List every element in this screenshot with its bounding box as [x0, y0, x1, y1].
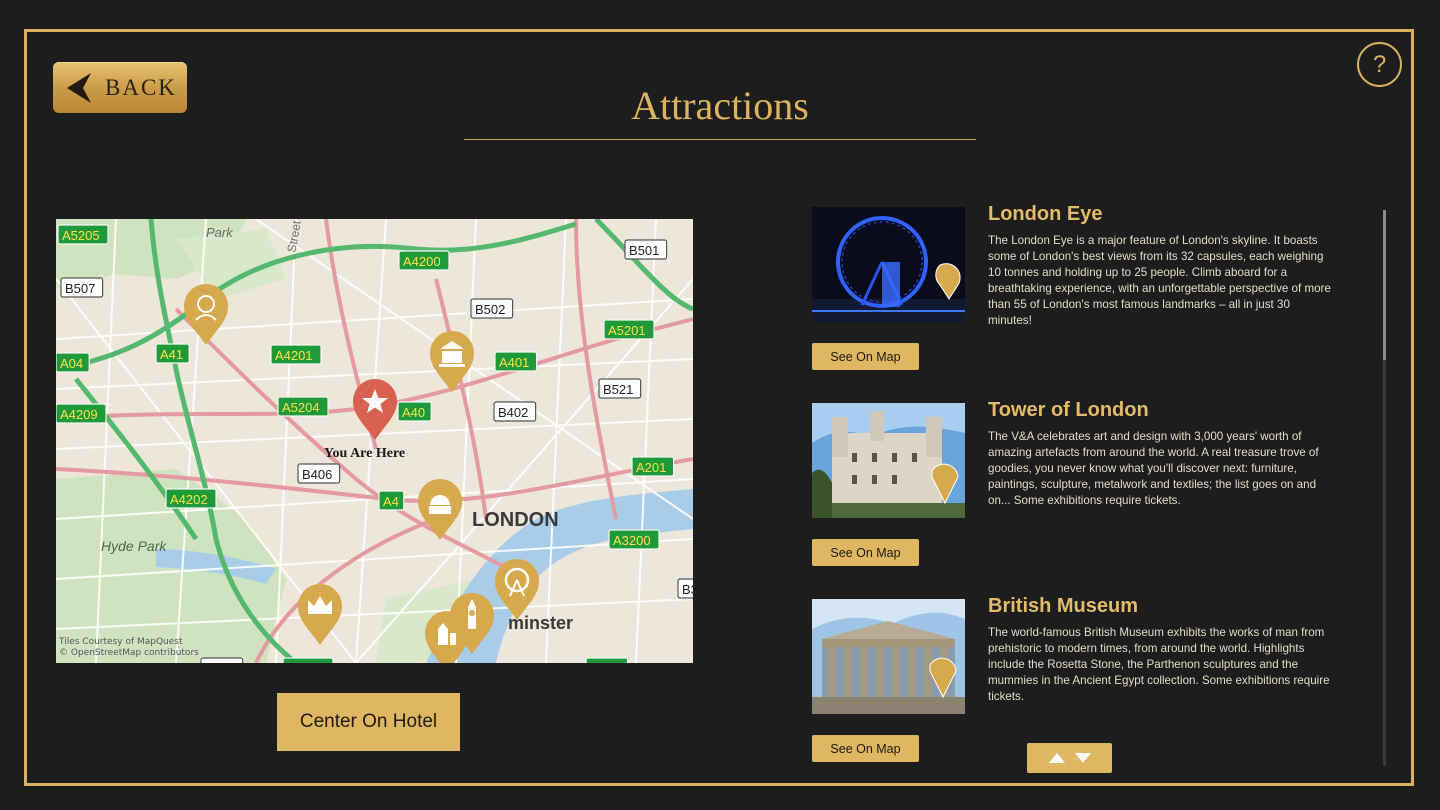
road-sign-label: B501: [629, 243, 659, 258]
road-sign-label: A5204: [282, 400, 320, 415]
center-on-hotel-button[interactable]: Center On Hotel: [277, 693, 460, 751]
road-sign-label: A3200: [613, 533, 651, 548]
road-sign-label: B310: [205, 661, 235, 663]
road-sign-label: A4209: [60, 407, 98, 422]
road-sign-label: A4200: [403, 254, 441, 269]
road-sign-label: B521: [603, 382, 633, 397]
list-item: Tower of London The V&A celebrates art a…: [812, 399, 1372, 581]
list-scrollbar[interactable]: [1383, 210, 1386, 766]
help-button[interactable]: ?: [1357, 42, 1402, 87]
svg-text:Park: Park: [206, 225, 234, 240]
road-sign-label: A4: [383, 494, 399, 509]
road-sign-label: A41: [160, 347, 183, 362]
map-attribution: Tiles Courtesy of MapQuest © OpenStreetM…: [59, 637, 199, 658]
road-sign-label: A5201: [608, 323, 646, 338]
map-pin-statue-icon[interactable]: [182, 284, 230, 346]
road-sign-label: A4201: [275, 348, 313, 363]
map-pin-palace-crown-icon[interactable]: [296, 584, 344, 646]
title-divider: [464, 139, 976, 140]
map-pin-big-ben-icon[interactable]: [448, 593, 496, 655]
attractions-map[interactable]: A5205 A4200 B501 B507 B502 A5201 A41 A4201 A401 B…: [56, 219, 693, 663]
road-sign-label: B406: [302, 467, 332, 482]
attraction-name: London Eye: [988, 203, 1103, 225]
map-pin-hotel-star-icon[interactable]: [351, 379, 399, 441]
attraction-description: The world-famous British Museum exhibits…: [988, 626, 1330, 703]
tower-of-london-photo: [812, 403, 965, 518]
road-sign-label: A40: [402, 405, 425, 420]
british-museum-photo: [812, 599, 965, 714]
road-sign-label: B502: [475, 302, 505, 317]
attraction-description: The V&A celebrates art and design with 3…: [988, 430, 1319, 507]
scrollbar-thumb[interactable]: [1383, 210, 1386, 360]
attraction-description: The London Eye is a major feature of Lon…: [988, 234, 1331, 327]
back-arrow-icon: [67, 72, 91, 103]
road-sign-label: A401: [499, 355, 529, 370]
page-title: Attractions: [631, 83, 809, 128]
list-item: London Eye The London Eye is a major fea…: [812, 203, 1372, 385]
road-sign-label: A302: [590, 661, 620, 663]
scroll-down-icon[interactable]: [1074, 753, 1091, 763]
attraction-name: British Museum: [988, 595, 1139, 617]
london-eye-photo: [812, 207, 965, 322]
back-label: BACK: [105, 74, 177, 100]
road-sign-label: A5205: [62, 228, 100, 243]
road-sign-label: A4202: [170, 492, 208, 507]
back-button[interactable]: BACK: [53, 62, 187, 113]
see-on-map-button[interactable]: See On Map: [812, 735, 919, 762]
map-tiles: A5205 A4200 B501 B507 B502 A5201 A41 A4201 A401 B…: [56, 219, 693, 663]
attraction-name: Tower of London: [988, 399, 1149, 421]
scroll-up-icon[interactable]: [1048, 753, 1065, 763]
road-sign-label: B3: [682, 582, 693, 597]
list-pager: [1027, 743, 1112, 773]
road-sign-label: A3214: [287, 661, 325, 663]
you-are-here-label: You Are Here: [324, 446, 406, 461]
see-on-map-button[interactable]: See On Map: [812, 343, 919, 370]
map-pin-st-pauls-icon[interactable]: [416, 479, 464, 541]
road-sign-label: A04: [60, 356, 83, 371]
road-sign-label: B507: [65, 281, 95, 296]
map-pin-museum-icon[interactable]: [428, 331, 476, 393]
road-sign-label: B402: [498, 405, 528, 420]
road-sign-label: A201: [636, 460, 666, 475]
svg-text:Hyde Park: Hyde Park: [101, 538, 167, 554]
svg-text:LONDON: LONDON: [472, 509, 559, 531]
map-pin-london-eye-icon[interactable]: [493, 559, 541, 621]
see-on-map-button[interactable]: See On Map: [812, 539, 919, 566]
attractions-list[interactable]: London Eye The London Eye is a major fea…: [812, 203, 1372, 775]
